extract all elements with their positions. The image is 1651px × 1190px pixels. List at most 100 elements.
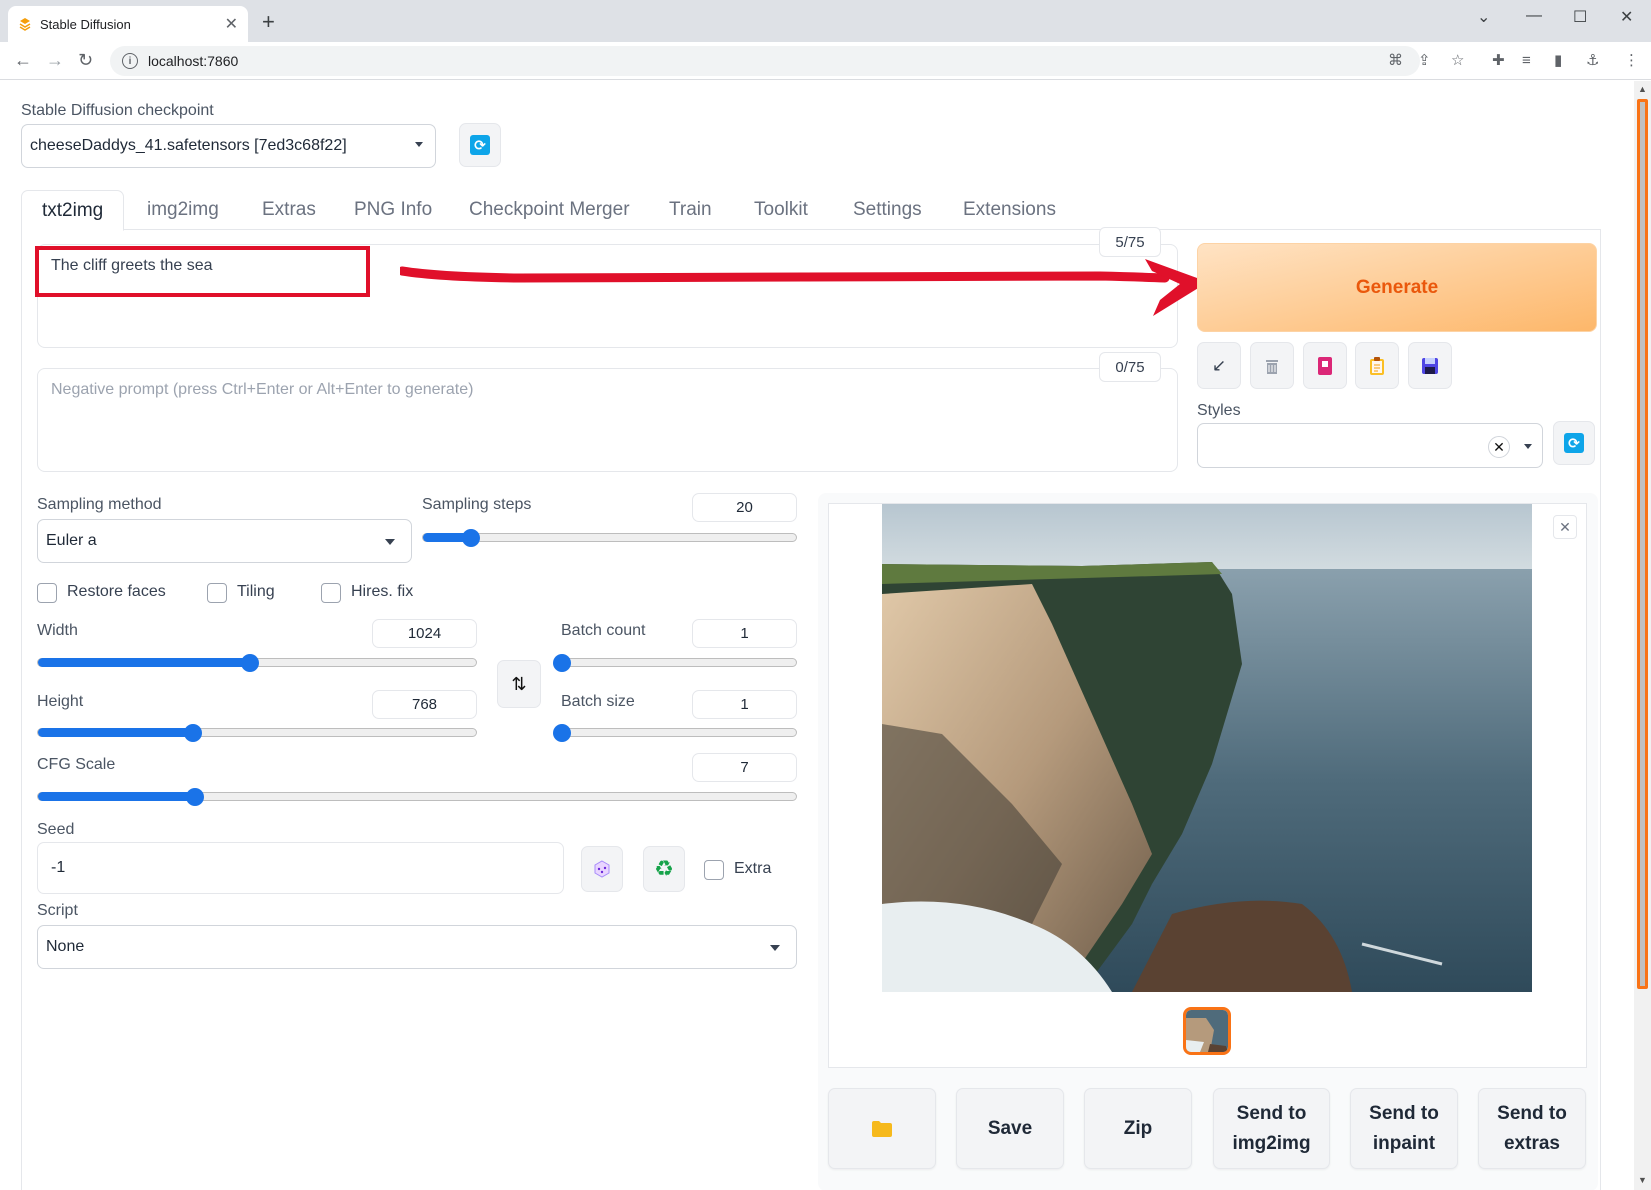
maximize-icon[interactable]: ☐ (1573, 7, 1587, 27)
reload-icon[interactable]: ↻ (78, 50, 93, 70)
cfg-scale-slider[interactable] (37, 788, 797, 806)
tab-checkpoint-merger[interactable]: Checkpoint Merger (469, 190, 630, 231)
batch-count-slider[interactable] (553, 654, 797, 672)
share-icon[interactable]: ⇪ (1418, 52, 1431, 70)
refresh-checkpoints-button[interactable]: ⟳ (459, 123, 501, 167)
minimize-icon[interactable]: — (1526, 7, 1542, 25)
dice-icon (594, 860, 610, 878)
prompt-highlight-box (35, 246, 370, 297)
address-bar[interactable]: i localhost:7860 (110, 46, 1420, 76)
scroll-down-icon[interactable]: ▼ (1638, 1175, 1647, 1185)
chevron-down-icon (1524, 444, 1532, 449)
hires-fix-checkbox[interactable] (321, 583, 341, 603)
send-to-inpaint-button[interactable]: Send to inpaint (1350, 1088, 1458, 1169)
menu-icon[interactable]: ⋮ (1624, 52, 1639, 70)
send-to-extras-button[interactable]: Send to extras (1478, 1088, 1586, 1169)
width-slider[interactable] (37, 654, 477, 672)
close-window-icon[interactable]: ✕ (1620, 7, 1633, 27)
info-icon[interactable]: i (122, 53, 138, 69)
random-seed-button[interactable] (581, 846, 623, 892)
styles-select[interactable]: ✕ (1197, 423, 1543, 468)
tab-toolkit[interactable]: Toolkit (754, 190, 808, 231)
browser-tab[interactable]: Stable Diffusion ✕ (8, 6, 248, 42)
sampling-method-value: Euler a (46, 532, 97, 549)
batch-count-input[interactable]: 1 (692, 619, 797, 648)
anchor-icon[interactable]: ⚓ (1586, 52, 1599, 70)
slider-knob[interactable] (185, 788, 204, 806)
sampling-method-select[interactable]: Euler a (37, 519, 412, 563)
tab-img2img[interactable]: img2img (147, 190, 219, 231)
forward-icon[interactable]: → (46, 50, 64, 70)
prompt-token-counter: 5/75 (1099, 227, 1161, 257)
page-scrollbar[interactable]: ▲ ▼ (1634, 81, 1651, 1190)
send-to-img2img-line2: img2img (1232, 1132, 1311, 1154)
chevron-down-icon[interactable]: ⌄ (1477, 7, 1490, 27)
refresh-styles-button[interactable]: ⟳ (1553, 421, 1595, 465)
slider-knob[interactable] (240, 654, 259, 672)
translate-icon[interactable]: ⌘ (1388, 52, 1403, 70)
close-preview-button[interactable]: ✕ (1553, 515, 1577, 539)
slider-fill (38, 728, 194, 737)
script-select[interactable]: None (37, 925, 797, 969)
browser-toolbar: ← → ↻ i localhost:7860 ⌘ ⇪ ☆ ✚ ≡ ▮ ⚓ ⋮ (0, 42, 1651, 80)
negative-token-counter: 0/75 (1099, 352, 1161, 382)
reading-list-icon[interactable]: ≡ (1522, 52, 1531, 70)
reuse-seed-button[interactable]: ♻ (643, 846, 685, 892)
slider-knob[interactable] (553, 724, 571, 742)
clear-icon[interactable]: ✕ (1488, 436, 1510, 458)
height-label: Height (37, 693, 84, 710)
side-panel-icon[interactable]: ▮ (1554, 52, 1562, 70)
cfg-scale-input[interactable]: 7 (692, 753, 797, 782)
tab-txt2img[interactable]: txt2img (21, 190, 125, 231)
save-icon (1422, 357, 1438, 374)
chevron-down-icon (415, 142, 423, 147)
script-label: Script (37, 902, 78, 919)
tiling-checkbox[interactable] (207, 583, 227, 603)
seed-input[interactable]: -1 (37, 842, 564, 894)
bookmark-star-icon[interactable]: ☆ (1451, 52, 1464, 70)
zip-button[interactable]: Zip (1084, 1088, 1192, 1169)
tab-settings[interactable]: Settings (853, 190, 922, 231)
save-style-button[interactable] (1408, 342, 1452, 389)
clear-prompt-button[interactable] (1250, 342, 1294, 389)
scroll-up-icon[interactable]: ▲ (1638, 84, 1647, 94)
generated-image[interactable] (882, 504, 1532, 992)
extra-seed-label: Extra (734, 860, 772, 877)
send-to-extras-line1: Send to (1497, 1102, 1567, 1124)
scrollbar-thumb[interactable] (1637, 99, 1648, 989)
sampling-steps-slider[interactable] (422, 529, 797, 547)
height-input[interactable]: 768 (372, 690, 477, 719)
sampling-steps-input[interactable]: 20 (692, 493, 797, 522)
send-to-img2img-button[interactable]: Send to img2img (1213, 1088, 1330, 1169)
checkpoint-select[interactable]: cheeseDaddys_41.safetensors [7ed3c68f22] (21, 124, 436, 168)
extensions-icon[interactable]: ✚ (1492, 52, 1505, 70)
show-extra-networks-button[interactable] (1303, 342, 1347, 389)
slider-knob[interactable] (553, 654, 571, 672)
save-button[interactable]: Save (956, 1088, 1064, 1169)
apply-style-button[interactable] (1355, 342, 1399, 389)
tab-train[interactable]: Train (669, 190, 712, 231)
clipboard-icon (1370, 356, 1384, 375)
height-slider[interactable] (37, 724, 477, 742)
new-tab-button[interactable]: + (262, 11, 275, 33)
thumbnail-image (1186, 1010, 1228, 1052)
batch-size-input[interactable]: 1 (692, 690, 797, 719)
send-to-inpaint-line2: inpaint (1372, 1132, 1436, 1154)
batch-size-slider[interactable] (553, 724, 797, 742)
restore-faces-checkbox[interactable] (37, 583, 57, 603)
sampling-steps-label: Sampling steps (422, 496, 532, 513)
width-input[interactable]: 1024 (372, 619, 477, 648)
tab-extras[interactable]: Extras (262, 190, 316, 231)
swap-dimensions-button[interactable]: ⇅ (497, 660, 541, 708)
close-tab-icon[interactable]: ✕ (225, 14, 238, 34)
slider-knob[interactable] (461, 529, 480, 547)
read-params-button[interactable]: ↙ (1197, 342, 1241, 389)
tab-extensions[interactable]: Extensions (963, 190, 1056, 231)
generate-button[interactable]: Generate (1197, 243, 1597, 332)
tab-png-info[interactable]: PNG Info (354, 190, 432, 231)
back-icon[interactable]: ← (14, 50, 32, 70)
open-folder-button[interactable] (828, 1088, 936, 1169)
gallery-thumbnail[interactable] (1183, 1007, 1231, 1055)
negative-prompt-textarea[interactable]: Negative prompt (press Ctrl+Enter or Alt… (37, 368, 1178, 472)
extra-seed-checkbox[interactable] (704, 860, 724, 880)
